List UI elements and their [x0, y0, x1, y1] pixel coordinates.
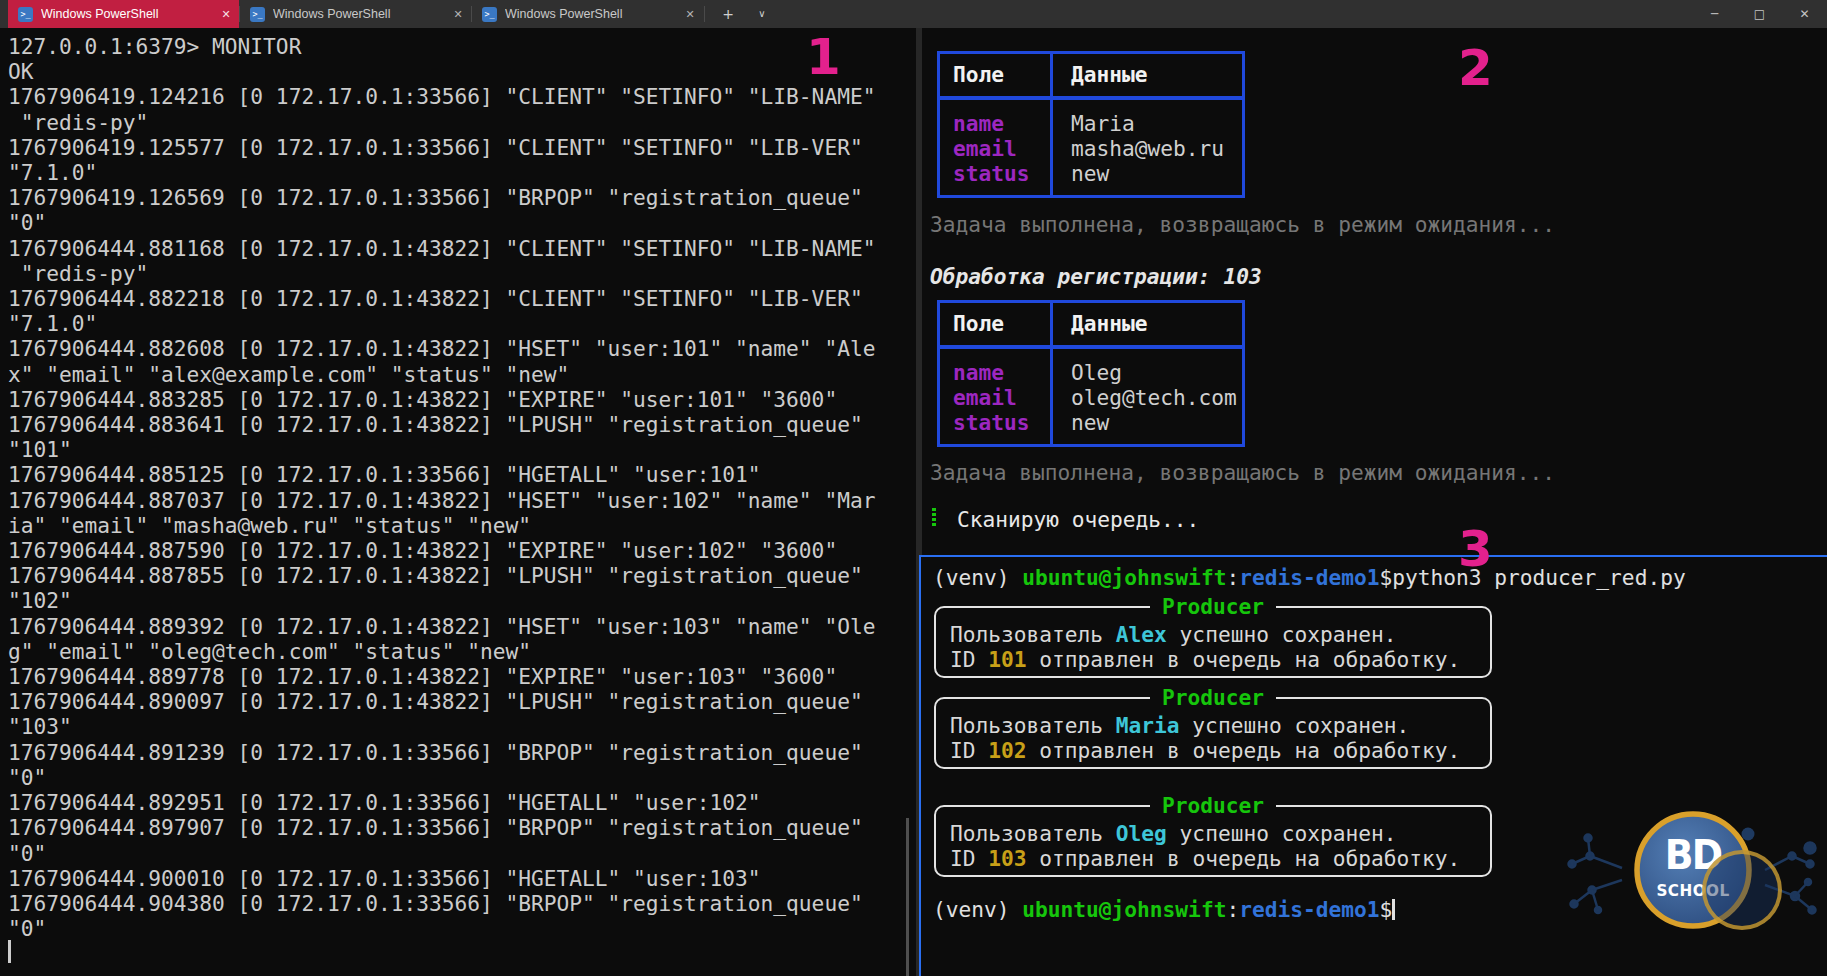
producer-box-title: Producer — [936, 685, 1490, 710]
tab-powershell-3[interactable]: >_ Windows PowerShell ✕ — [472, 0, 703, 28]
status-message: Задача выполнена, возвращаюсь в режим ож… — [930, 212, 1555, 237]
shell-prompt: (venv) ubuntu@johnswift:redis-demo1$ — [933, 897, 1395, 922]
consumer-pane[interactable]: Поле Данные nameemailstatus Mariamasha@w… — [922, 28, 1827, 555]
table-fields: nameemailstatus — [940, 100, 1053, 195]
powershell-icon: >_ — [250, 7, 265, 22]
tab-close-icon[interactable]: ✕ — [677, 8, 703, 21]
producer-box-title: Producer — [936, 594, 1490, 619]
terminal-cursor — [1392, 899, 1395, 920]
prompt-dir: redis-demo1 — [1239, 897, 1379, 922]
annotation-3: 3 — [1458, 524, 1493, 574]
prompt-command: python3 producer_red.py — [1392, 565, 1685, 590]
scan-line: Сканирую очередь... — [932, 507, 1199, 532]
status-message: Задача выполнена, возвращаюсь в режим ож… — [930, 460, 1555, 485]
prompt-dir: redis-demo1 — [1239, 565, 1379, 590]
prompt-user: ubuntu@johnswift — [1022, 897, 1226, 922]
new-tab-button[interactable]: + — [714, 0, 742, 28]
tab-powershell-1[interactable]: >_ Windows PowerShell ✕ — [8, 0, 239, 28]
user-name: Oleg — [1116, 821, 1167, 846]
scan-text: Сканирую очередь... — [957, 507, 1199, 532]
terminal-window: >_ Windows PowerShell ✕ >_ Windows Power… — [0, 0, 1827, 976]
maximize-button[interactable]: □ — [1737, 0, 1782, 28]
task-title: Обработка регистрации: 103 — [930, 264, 1262, 289]
tab-title: Windows PowerShell — [41, 7, 213, 21]
table-header-data: Данные — [1053, 54, 1242, 96]
tab-close-icon[interactable]: ✕ — [213, 8, 239, 21]
tab-separator — [704, 6, 705, 22]
user-table-oleg: Поле Данные nameemailstatus Olegoleg@tec… — [937, 300, 1245, 447]
producer-box: ProducerПользователь Maria успешно сохра… — [934, 697, 1492, 769]
annotation-1: 1 — [806, 32, 841, 82]
user-name: Alex — [1116, 622, 1167, 647]
table-values: Mariamasha@web.runew — [1053, 100, 1242, 195]
user-id: 101 — [988, 647, 1026, 672]
tab-title: Windows PowerShell — [505, 7, 677, 21]
user-name: Maria — [1116, 713, 1180, 738]
table-fields: nameemailstatus — [940, 349, 1053, 444]
minimize-button[interactable]: ─ — [1692, 0, 1737, 28]
spinner-icon — [932, 508, 936, 527]
tab-separator — [239, 6, 240, 22]
terminal-cursor — [8, 940, 11, 963]
tab-separator — [471, 6, 472, 22]
scrollbar-thumb[interactable] — [906, 818, 909, 976]
table-values: Olegoleg@tech.comnew — [1053, 349, 1242, 444]
producer-box: ProducerПользователь Oleg успешно сохран… — [934, 805, 1492, 877]
producer-box: ProducerПользователь Alex успешно сохран… — [934, 606, 1492, 678]
tab-dropdown-button[interactable]: ∨ — [748, 0, 776, 28]
table-header-field: Поле — [940, 54, 1053, 96]
user-id: 102 — [988, 738, 1026, 763]
table-header-field: Поле — [940, 303, 1053, 345]
tab-powershell-2[interactable]: >_ Windows PowerShell ✕ — [240, 0, 471, 28]
tab-title: Windows PowerShell — [273, 7, 445, 21]
powershell-icon: >_ — [482, 7, 497, 22]
logo-overlap-circle — [1702, 850, 1782, 930]
user-table-maria: Поле Данные nameemailstatus Mariamasha@w… — [937, 51, 1245, 198]
title-bar: >_ Windows PowerShell ✕ >_ Windows Power… — [0, 0, 1827, 28]
annotation-2: 2 — [1458, 43, 1493, 93]
window-close-button[interactable]: ✕ — [1782, 0, 1827, 28]
shell-prompt: (venv) ubuntu@johnswift:redis-demo1$pyth… — [933, 565, 1686, 590]
producer-box-title: Producer — [936, 793, 1490, 818]
powershell-icon: >_ — [18, 7, 33, 22]
user-id: 103 — [988, 846, 1026, 871]
redis-monitor-pane[interactable]: 127.0.0.1:6379> MONITOR OK 1767906419.12… — [0, 28, 916, 976]
monitor-log: 127.0.0.1:6379> MONITOR OK 1767906419.12… — [8, 34, 875, 941]
table-header-data: Данные — [1053, 303, 1242, 345]
prompt-user: ubuntu@johnswift — [1022, 565, 1226, 590]
tab-close-icon[interactable]: ✕ — [445, 8, 471, 21]
